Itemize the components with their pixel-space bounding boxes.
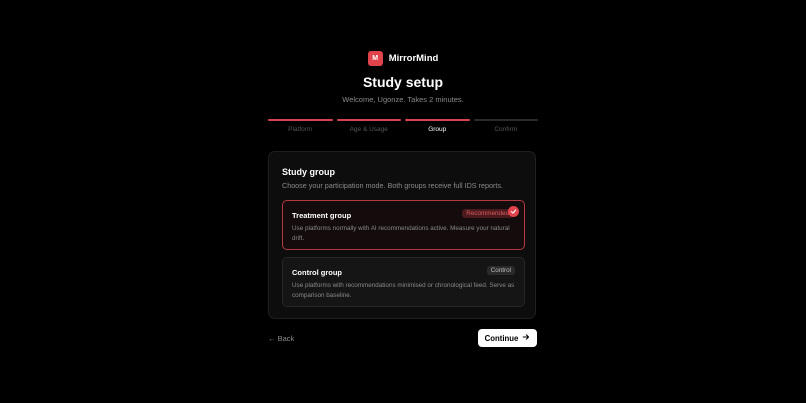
step-label: Platform — [288, 126, 313, 133]
brand-logo: M — [367, 51, 383, 66]
card-description: Choose your participation mode. Both gro… — [282, 181, 503, 190]
step-group: Group — [405, 119, 470, 133]
step-age-usage: Age & Usage — [336, 119, 401, 133]
brand: M MirrorMind — [0, 51, 806, 66]
step-bar — [405, 119, 470, 121]
page-subtitle: Welcome, Ugonze. Takes 2 minutes. — [342, 95, 464, 104]
option-description: Use platforms normally with AI recommend… — [292, 225, 510, 242]
back-button[interactable]: ← Back — [268, 334, 294, 343]
study-setup-page: M MirrorMind Study setup Welcome, Ugonze… — [0, 0, 806, 403]
option-control-group[interactable]: Control group Control Use platforms with… — [282, 257, 525, 307]
arrow-right-icon — [522, 333, 530, 343]
brand-name: MirrorMind — [388, 53, 439, 64]
option-title: Treatment group — [292, 211, 352, 220]
step-confirm: Confirm — [473, 119, 538, 133]
step-label: Age & Usage — [349, 126, 388, 133]
continue-button[interactable]: Continue — [478, 329, 537, 347]
card-title: Study group — [282, 167, 335, 177]
option-title: Control group — [292, 268, 342, 277]
control-badge: Control — [486, 266, 515, 275]
step-bar — [336, 119, 401, 121]
step-label: Group — [428, 126, 447, 133]
continue-label: Continue — [484, 333, 519, 343]
step-platform: Platform — [268, 119, 333, 133]
step-bar — [268, 119, 333, 121]
page-title: Study setup — [362, 74, 444, 90]
recommended-badge: Recommended — [462, 209, 513, 218]
check-icon — [508, 206, 519, 217]
study-group-card: Study group Choose your participation mo… — [268, 151, 536, 319]
option-description: Use platforms with recommendations minim… — [292, 282, 515, 299]
step-label: Confirm — [494, 126, 518, 133]
step-bar — [473, 119, 538, 121]
progress-steps: Platform Age & Usage Group Confirm — [268, 119, 538, 133]
option-treatment-group[interactable]: Treatment group Recommended Use platform… — [282, 200, 525, 250]
